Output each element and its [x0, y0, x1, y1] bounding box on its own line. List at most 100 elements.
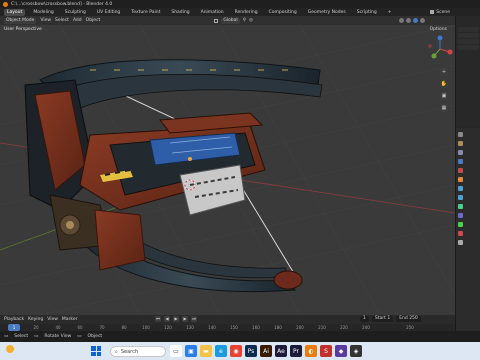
zoom-icon[interactable]: +: [440, 68, 448, 76]
outliner-row[interactable]: [458, 45, 479, 50]
tab-uv-editing[interactable]: UV Editing: [94, 9, 123, 16]
file-explorer-icon[interactable]: ▬: [200, 345, 212, 357]
material-tab-icon[interactable]: [458, 231, 463, 236]
tab-modeling[interactable]: Modeling: [30, 9, 56, 16]
tab-texture-paint[interactable]: Texture Paint: [128, 9, 163, 16]
limb-tip-end: [273, 270, 303, 290]
blender-taskbar-icon[interactable]: ◐: [305, 345, 317, 357]
ruler-tick: 160: [252, 324, 260, 330]
status-object: Object: [87, 334, 103, 339]
menu-view[interactable]: View: [40, 18, 51, 23]
ruler-tick: 150: [230, 324, 238, 330]
timeline-menu-playback[interactable]: Playback: [4, 317, 24, 322]
start-frame-field[interactable]: Start 1: [371, 316, 394, 322]
material-shading-icon[interactable]: [413, 18, 418, 23]
app-icon[interactable]: ◆: [335, 345, 347, 357]
add-workspace-button[interactable]: +: [385, 9, 395, 16]
orientation-icon: [214, 18, 219, 23]
illustrator-icon[interactable]: Ai: [260, 345, 272, 357]
grid-view-icon[interactable]: ▦: [440, 104, 448, 112]
solid-shading-icon[interactable]: [406, 18, 411, 23]
right-side-panels: [455, 16, 480, 342]
app-icon[interactable]: ◈: [350, 345, 362, 357]
photoshop-icon[interactable]: Ps: [245, 345, 257, 357]
substance-icon[interactable]: S: [320, 345, 332, 357]
timeline-menu-keying[interactable]: Keying: [28, 317, 43, 322]
orientation-dropdown[interactable]: Global: [221, 17, 240, 24]
object-tab-icon[interactable]: [458, 177, 463, 182]
outliner-row[interactable]: [458, 27, 479, 32]
end-frame-field[interactable]: End 250: [396, 316, 421, 322]
options-button[interactable]: Options: [430, 27, 447, 32]
pan-hand-icon[interactable]: ✋: [440, 80, 448, 88]
properties-tabs: [458, 132, 463, 245]
timeline-ruler[interactable]: 1 20 40 60 70 80 100 120 130 140 150 160…: [0, 324, 455, 331]
prev-keyframe-icon[interactable]: ◀: [164, 316, 170, 322]
tab-scripting[interactable]: Scripting: [354, 9, 380, 16]
render-tab-icon[interactable]: [458, 141, 463, 146]
menu-object[interactable]: Object: [86, 18, 101, 23]
menu-add[interactable]: Add: [73, 18, 82, 23]
rendered-shading-icon[interactable]: [420, 18, 425, 23]
widgets-icon[interactable]: ▣: [185, 345, 197, 357]
scene-tab-icon[interactable]: [458, 159, 463, 164]
menu-select[interactable]: Select: [55, 18, 69, 23]
shading-modes: [399, 18, 425, 23]
next-keyframe-icon[interactable]: ▶: [182, 316, 188, 322]
tab-geometry-nodes[interactable]: Geometry Nodes: [305, 9, 349, 16]
timeline-menu-marker[interactable]: Marker: [62, 317, 78, 322]
texture-tab-icon[interactable]: [458, 240, 463, 245]
tool-tab-icon[interactable]: [458, 132, 463, 137]
search-placeholder: Search: [120, 348, 138, 355]
play-icon[interactable]: ▶: [173, 316, 179, 322]
tab-rendering[interactable]: Rendering: [232, 9, 261, 16]
after-effects-icon[interactable]: Ae: [275, 345, 287, 357]
proportional-icon[interactable]: ◎: [249, 18, 253, 23]
tab-animation[interactable]: Animation: [198, 9, 227, 16]
snap-icon[interactable]: ⚲: [243, 18, 246, 23]
scene-selector[interactable]: Scene: [430, 10, 450, 15]
physics-tab-icon[interactable]: [458, 204, 463, 209]
windows-start-icon[interactable]: [91, 346, 101, 356]
tab-compositing[interactable]: Compositing: [266, 9, 300, 16]
world-tab-icon[interactable]: [458, 168, 463, 173]
viewport-overlay-text: User Perspective Options: [0, 25, 455, 33]
particles-tab-icon[interactable]: [458, 195, 463, 200]
ruler-tick: 200: [296, 324, 304, 330]
camera-icon[interactable]: ▣: [440, 92, 448, 100]
ruler-tick: 250: [406, 324, 414, 330]
mouse-left-icon: ▭: [4, 334, 9, 339]
current-frame-field[interactable]: 1: [360, 316, 369, 322]
mode-dropdown[interactable]: Object Mode: [4, 17, 37, 24]
navigation-gizmo[interactable]: [425, 34, 455, 64]
outliner[interactable]: [456, 16, 480, 126]
outliner-row[interactable]: [458, 33, 479, 38]
tab-layout[interactable]: Layout: [4, 8, 26, 16]
playhead[interactable]: 1: [8, 324, 20, 331]
weather-widget[interactable]: [6, 345, 14, 353]
output-tab-icon[interactable]: [458, 150, 463, 155]
constraint-tab-icon[interactable]: [458, 213, 463, 218]
outliner-row[interactable]: [458, 39, 479, 44]
data-tab-icon[interactable]: [458, 222, 463, 227]
properties-editor[interactable]: [456, 128, 480, 342]
jump-end-icon[interactable]: ⏭: [191, 316, 197, 322]
viewport-nav-tools: + ✋ ▣ ▦: [440, 68, 448, 112]
wireframe-shading-icon[interactable]: [399, 18, 404, 23]
premiere-icon[interactable]: Pr: [290, 345, 302, 357]
start-value: 1: [387, 316, 391, 321]
edge-browser-icon[interactable]: e: [215, 345, 227, 357]
3d-viewport[interactable]: [0, 25, 455, 315]
ruler-tick: 120: [164, 324, 172, 330]
tab-sculpting[interactable]: Sculpting: [62, 9, 89, 16]
jump-start-icon[interactable]: ⏮: [155, 316, 161, 322]
tab-shading[interactable]: Shading: [168, 9, 192, 16]
modifier-tab-icon[interactable]: [458, 186, 463, 191]
chrome-icon[interactable]: ◉: [230, 345, 242, 357]
taskbar-search[interactable]: ⌕ Search: [110, 346, 166, 357]
ruler-tick: 100: [142, 324, 150, 330]
task-view-icon[interactable]: ▭: [170, 345, 182, 357]
ruler-tick: 180: [274, 324, 282, 330]
timeline-menu-view[interactable]: View: [47, 317, 58, 322]
ruler-tick: 140: [208, 324, 216, 330]
